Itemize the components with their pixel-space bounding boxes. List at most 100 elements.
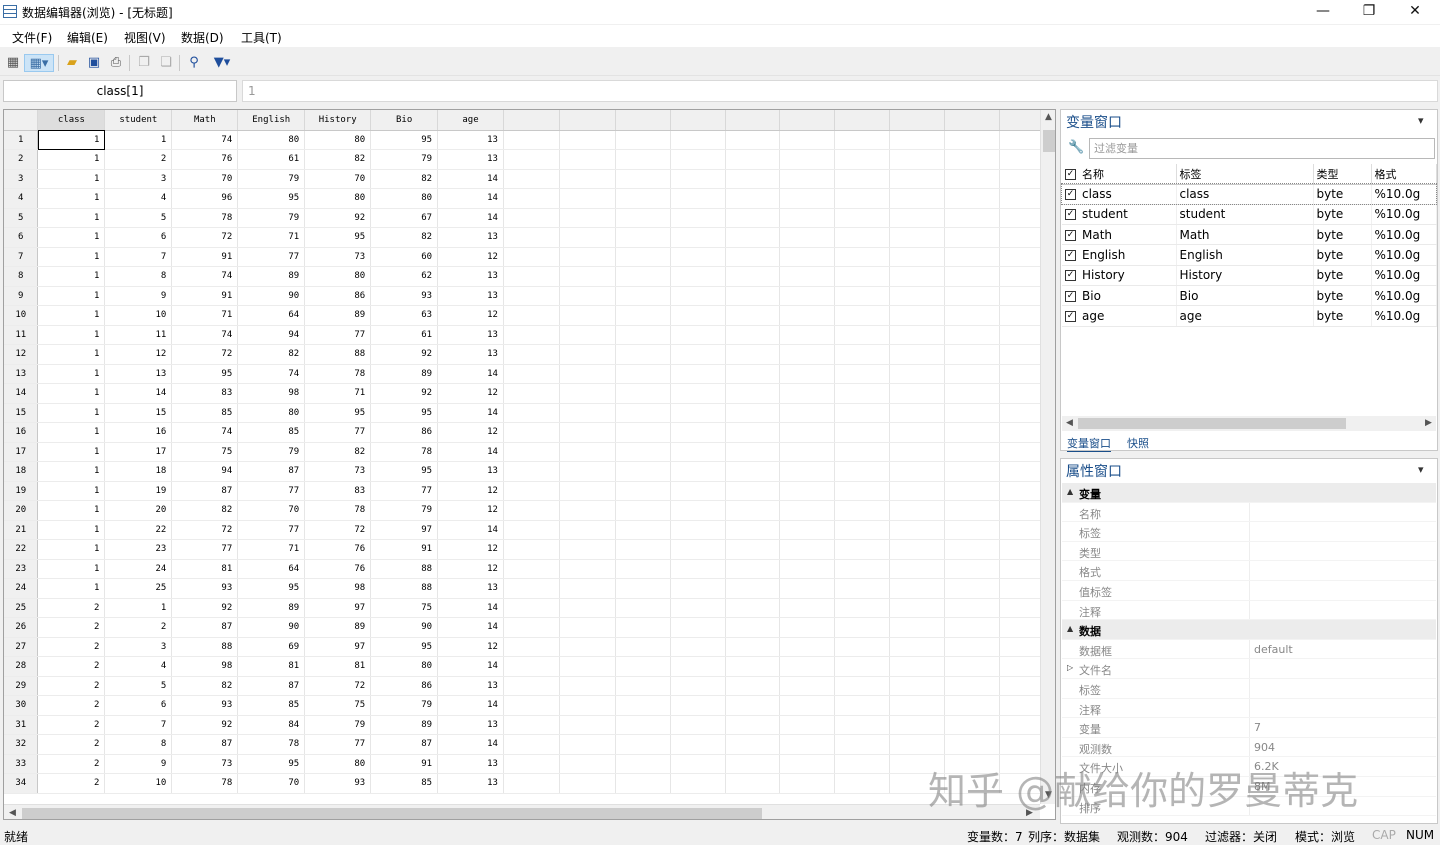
data-cell[interactable]: 79 — [237, 169, 306, 189]
empty-cell[interactable] — [889, 676, 946, 696]
empty-cell[interactable] — [615, 500, 671, 521]
scroll-right-icon[interactable]: ▶ — [1425, 418, 1432, 428]
empty-cell[interactable] — [725, 481, 781, 501]
empty-cell[interactable] — [670, 715, 726, 735]
empty-column-header[interactable] — [670, 110, 726, 131]
empty-cell[interactable] — [559, 461, 616, 482]
data-cell[interactable]: 1 — [37, 305, 106, 326]
row-number[interactable]: 26 — [4, 617, 39, 638]
data-cell[interactable]: 81 — [171, 559, 239, 579]
empty-cell[interactable] — [615, 149, 671, 170]
data-cell[interactable]: 4 — [104, 188, 173, 209]
data-cell[interactable]: 1 — [37, 383, 106, 404]
horizontal-scroll-thumb[interactable] — [22, 808, 762, 819]
row-number[interactable]: 5 — [4, 208, 39, 228]
empty-cell[interactable] — [834, 598, 891, 618]
property-row[interactable]: 观测数 904 — [1062, 737, 1436, 758]
empty-cell[interactable] — [889, 539, 946, 560]
empty-cell[interactable] — [834, 403, 891, 423]
data-cell[interactable]: 89 — [237, 266, 306, 287]
variable-cell[interactable]: ✓ age — [1062, 305, 1177, 327]
menu-file[interactable]: 文件(F) — [12, 29, 52, 46]
data-cell[interactable]: 95 — [304, 227, 372, 248]
variable-cell[interactable]: byte — [1313, 224, 1372, 246]
data-cell[interactable]: 13 — [437, 715, 504, 735]
data-cell[interactable]: 13 — [437, 286, 504, 306]
column-header[interactable]: Bio — [370, 110, 439, 131]
empty-cell[interactable] — [889, 130, 946, 150]
empty-cell[interactable] — [725, 578, 781, 599]
data-cell[interactable]: 2 — [37, 676, 106, 696]
expand-icon[interactable]: ▷ — [1067, 663, 1073, 672]
empty-cell[interactable] — [725, 169, 781, 189]
data-cell[interactable]: 78 — [171, 208, 239, 228]
empty-cell[interactable] — [944, 481, 1000, 501]
variable-cell[interactable]: ✓ English — [1062, 244, 1177, 266]
empty-cell[interactable] — [615, 695, 671, 716]
empty-cell[interactable] — [503, 656, 560, 677]
row-number[interactable]: 8 — [4, 266, 39, 287]
data-cell[interactable]: 82 — [370, 227, 439, 248]
empty-cell[interactable] — [559, 520, 616, 540]
empty-cell[interactable] — [670, 286, 726, 306]
data-cell[interactable]: 89 — [304, 617, 372, 638]
data-cell[interactable]: 1 — [37, 500, 106, 521]
empty-cell[interactable] — [615, 188, 671, 209]
empty-cell[interactable] — [615, 227, 671, 248]
empty-cell[interactable] — [944, 344, 1000, 365]
data-cell[interactable]: 13 — [437, 266, 504, 287]
data-cell[interactable]: 83 — [171, 383, 239, 404]
data-cell[interactable]: 79 — [370, 500, 439, 521]
empty-cell[interactable] — [725, 715, 781, 735]
data-cell[interactable]: 85 — [237, 422, 306, 443]
data-cell[interactable]: 95 — [370, 461, 439, 482]
data-cell[interactable]: 82 — [370, 169, 439, 189]
empty-cell[interactable] — [725, 461, 781, 482]
empty-cell[interactable] — [670, 442, 726, 462]
empty-cell[interactable] — [670, 149, 726, 170]
data-cell[interactable]: 72 — [304, 676, 372, 696]
row-number[interactable]: 9 — [4, 286, 39, 306]
empty-cell[interactable] — [944, 520, 1000, 540]
empty-cell[interactable] — [615, 169, 671, 189]
empty-cell[interactable] — [615, 520, 671, 540]
empty-cell[interactable] — [559, 286, 616, 306]
empty-cell[interactable] — [725, 676, 781, 696]
empty-cell[interactable] — [779, 754, 836, 774]
data-cell[interactable]: 89 — [370, 364, 439, 384]
data-cell[interactable]: 97 — [370, 520, 439, 540]
property-row[interactable]: 注释 — [1062, 698, 1436, 719]
data-cell[interactable]: 89 — [237, 598, 306, 618]
empty-cell[interactable] — [615, 364, 671, 384]
empty-cell[interactable] — [615, 598, 671, 618]
variable-cell[interactable]: ✓ Math — [1062, 224, 1177, 246]
empty-cell[interactable] — [779, 188, 836, 209]
data-cell[interactable]: 93 — [171, 578, 239, 599]
empty-cell[interactable] — [834, 247, 891, 267]
data-cell[interactable]: 80 — [237, 130, 306, 150]
property-row[interactable]: 名称 — [1062, 502, 1436, 523]
empty-cell[interactable] — [834, 325, 891, 345]
data-cell[interactable]: 1 — [37, 403, 106, 423]
data-cell[interactable]: 2 — [37, 734, 106, 755]
empty-cell[interactable] — [834, 559, 891, 579]
data-cell[interactable]: 98 — [304, 578, 372, 599]
data-cell[interactable]: 72 — [171, 227, 239, 248]
empty-cell[interactable] — [559, 325, 616, 345]
data-cell[interactable]: 92 — [370, 344, 439, 365]
empty-cell[interactable] — [944, 715, 1000, 735]
empty-cell[interactable] — [834, 383, 891, 404]
data-cell[interactable]: 70 — [171, 169, 239, 189]
empty-cell[interactable] — [559, 442, 616, 462]
property-row[interactable]: 标签 — [1062, 522, 1436, 542]
empty-cell[interactable] — [503, 325, 560, 345]
data-cell[interactable]: 88 — [370, 578, 439, 599]
row-number[interactable]: 12 — [4, 344, 39, 365]
variable-checkbox[interactable]: ✓ — [1065, 270, 1076, 282]
data-cell[interactable]: 13 — [437, 754, 504, 774]
data-cell[interactable]: 95 — [237, 578, 306, 599]
data-cell[interactable]: 79 — [237, 208, 306, 228]
data-cell[interactable]: 80 — [304, 266, 372, 287]
row-number[interactable]: 6 — [4, 227, 39, 248]
data-cell[interactable]: 2 — [37, 656, 106, 677]
